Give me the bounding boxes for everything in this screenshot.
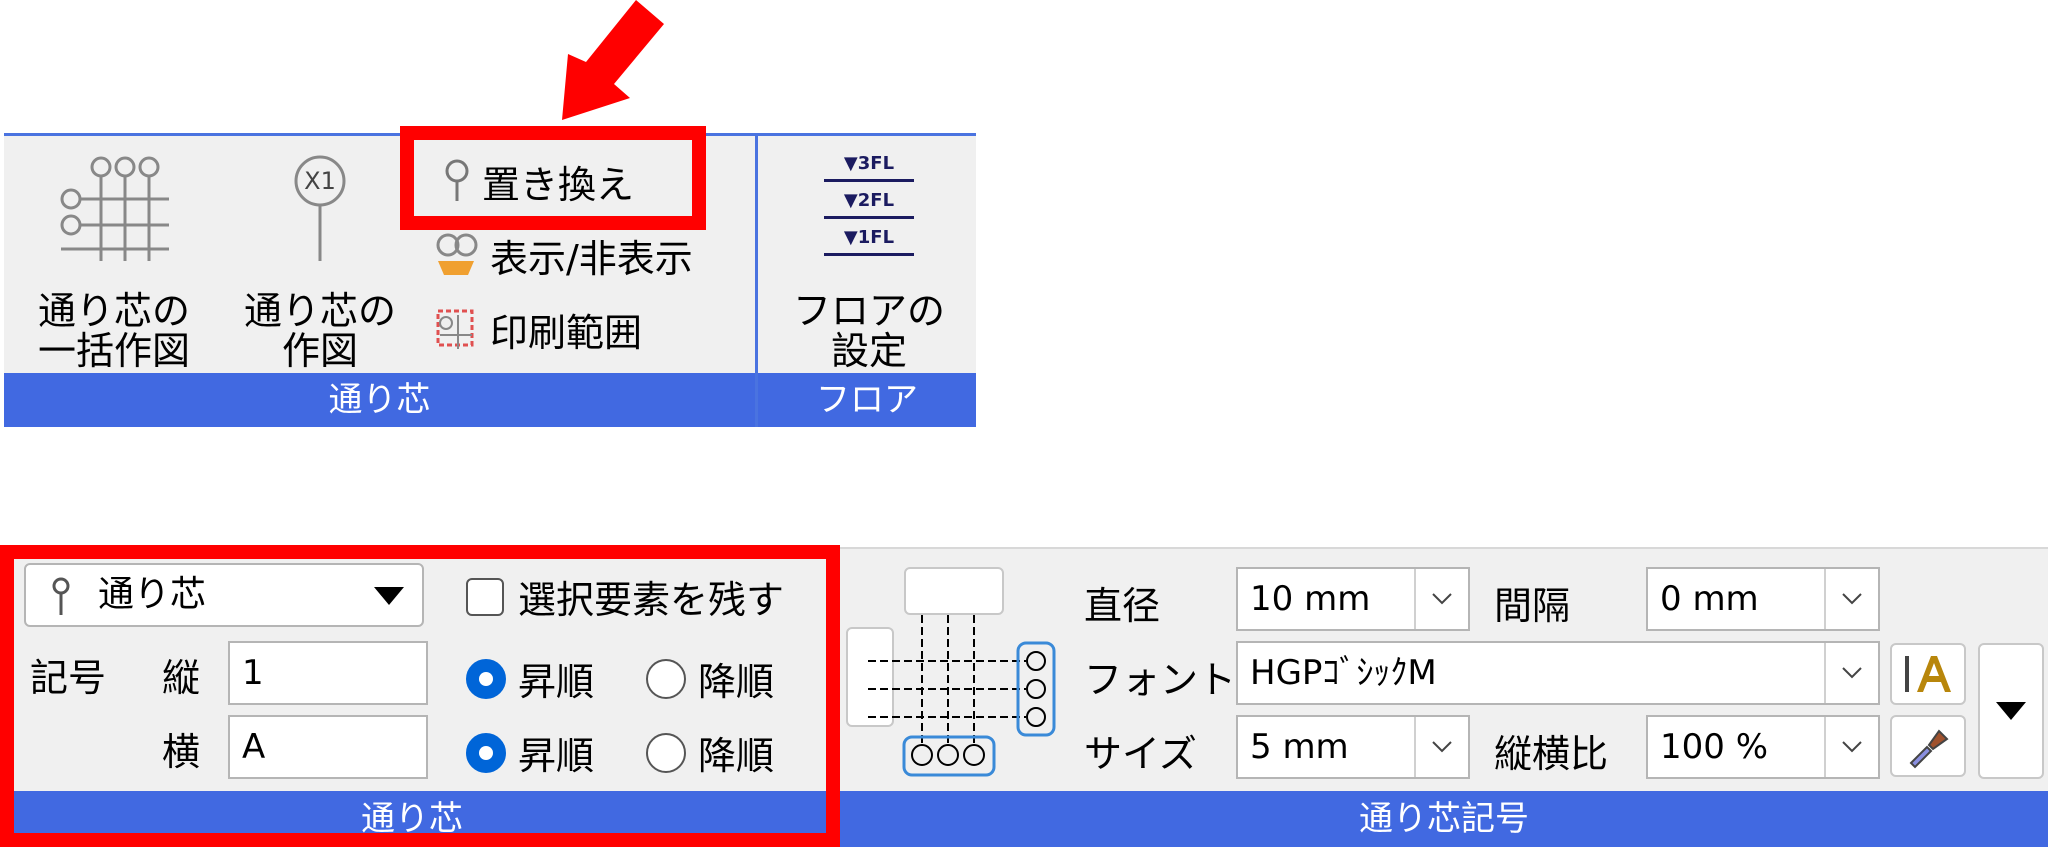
grid-draw-button[interactable]: X1 通り芯の 作図: [230, 153, 410, 371]
font-value: HGPｺﾞｼｯｸM: [1250, 653, 1437, 693]
grid-symbol-group-caption: 通り芯記号: [1359, 799, 1529, 839]
chevron-down-icon[interactable]: [1824, 643, 1878, 703]
floor-settings-label: フロアの 設定: [792, 289, 945, 373]
floor-line-2: ▼2FL: [824, 190, 914, 219]
floor-line-3: ▼3FL: [824, 153, 914, 182]
grid-group-caption-bar: 通り芯: [4, 373, 755, 427]
spacing-value: 0 mm: [1660, 579, 1759, 619]
floor-settings-button[interactable]: ▼3FL ▼2FL ▼1FL フロアの 設定: [774, 153, 964, 371]
text-style-icon: [1905, 656, 1951, 692]
size-value: 5 mm: [1250, 727, 1349, 767]
grid-group-caption: 通り芯: [328, 380, 431, 420]
aspect-label: 縦横比: [1494, 732, 1609, 776]
grid-batch-draw-button[interactable]: 通り芯の 一括作図: [14, 153, 214, 371]
ribbon-top-edge: [840, 547, 2048, 549]
print-range-button[interactable]: 印刷範囲: [432, 301, 642, 357]
show-hide-icon: [436, 233, 478, 275]
spacing-combobox[interactable]: 0 mm: [1646, 567, 1880, 631]
color-picker-button[interactable]: [1890, 715, 1966, 777]
print-range-label: 印刷範囲: [490, 310, 643, 355]
font-combobox[interactable]: HGPｺﾞｼｯｸM: [1236, 641, 1880, 705]
chevron-down-icon: [1996, 702, 2026, 720]
floor-group-caption-bar: フロア: [758, 373, 976, 427]
text-style-button[interactable]: [1890, 643, 1966, 705]
floor-lines-icon: ▼3FL ▼2FL ▼1FL: [824, 153, 914, 256]
grid-symbol-preview-icon: [868, 615, 1056, 777]
aspect-value: 100 %: [1660, 727, 1769, 767]
aspect-combobox[interactable]: 100 %: [1646, 715, 1880, 779]
eyedropper-icon: [1909, 729, 1949, 769]
size-combobox[interactable]: 5 mm: [1236, 715, 1470, 779]
grid-badge: X1: [304, 167, 336, 195]
highlight-replace: [400, 126, 706, 230]
spacing-label: 間隔: [1494, 584, 1571, 628]
grid-batch-icon: [60, 156, 169, 261]
show-hide-button[interactable]: 表示/非表示: [432, 227, 693, 283]
diameter-value: 10 mm: [1250, 579, 1371, 619]
show-hide-label: 表示/非表示: [490, 236, 693, 281]
floor-line-1: ▼1FL: [824, 227, 914, 256]
chevron-down-icon[interactable]: [1824, 717, 1878, 777]
chevron-down-icon[interactable]: [1414, 717, 1468, 777]
diameter-label: 直径: [1084, 584, 1161, 628]
print-range-icon: [436, 309, 474, 349]
grid-draw-label: 通り芯の 作図: [243, 289, 396, 373]
floor-group-caption: フロア: [816, 380, 918, 420]
annotation-arrow: [562, 0, 664, 120]
font-label: フォント: [1084, 658, 1237, 702]
diameter-combobox[interactable]: 10 mm: [1236, 567, 1470, 631]
size-label: サイズ: [1084, 732, 1197, 776]
chevron-down-icon[interactable]: [1414, 569, 1468, 629]
highlight-grid-group: [0, 545, 840, 847]
chevron-down-icon[interactable]: [1824, 569, 1878, 629]
more-options-button[interactable]: [1978, 643, 2044, 779]
grid-batch-draw-label: 通り芯の 一括作図: [37, 289, 190, 373]
